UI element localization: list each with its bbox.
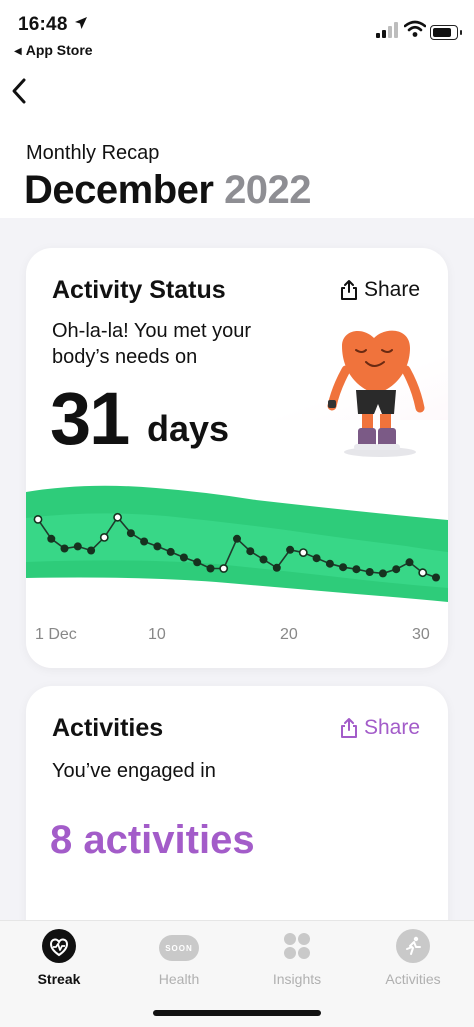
clock-time: 16:48 [18, 14, 68, 35]
data-point [99, 533, 109, 542]
data-point [286, 545, 295, 554]
data-point [392, 565, 401, 574]
back-triangle-icon: ◀ [14, 46, 22, 57]
data-point [339, 563, 348, 572]
data-point [405, 558, 414, 567]
tab-activities[interactable]: Activities [358, 929, 468, 987]
tab-streak[interactable]: Streak [4, 929, 114, 987]
home-indicator [153, 1010, 321, 1016]
data-point [153, 542, 162, 551]
soon-badge-icon: SOON [157, 929, 201, 963]
activity-share-button[interactable]: Share [340, 278, 420, 302]
wifi-icon [404, 20, 426, 37]
data-point [312, 554, 321, 563]
share-icon [341, 280, 357, 300]
data-point [298, 548, 308, 557]
activity-status-title: Activity Status [52, 276, 226, 304]
activity-status-message: Oh-la-la! You met your body’s needs on [52, 320, 251, 368]
share-icon [341, 718, 357, 738]
data-point [126, 529, 135, 538]
status-bar: 16:48 ◀ App Store [0, 0, 474, 66]
activity-share-label: Share [364, 278, 421, 301]
back-app-label: App Store [25, 42, 93, 58]
data-point [113, 512, 122, 522]
activities-message: You’ve engaged in [52, 760, 216, 782]
running-icon [396, 929, 430, 963]
recap-subtitle: Monthly Recap [26, 142, 160, 164]
data-point [179, 553, 188, 562]
tab-insights-label: Insights [272, 971, 322, 987]
days-label: days [147, 408, 230, 449]
data-point [166, 547, 175, 556]
cellular-signal-icon [376, 22, 398, 38]
activities-share-button[interactable]: Share [340, 716, 420, 740]
data-point [259, 555, 268, 564]
data-point [33, 515, 43, 524]
grid-icon [280, 929, 314, 963]
days-count: 31 [50, 377, 130, 460]
heart-mascot-illustration [327, 330, 425, 457]
soon-badge: SOON [159, 935, 199, 961]
tab-health-label: Health [158, 971, 200, 987]
data-point [73, 542, 82, 551]
title-year: 2022 [224, 168, 312, 212]
x-axis-label: 10 [148, 626, 166, 643]
data-point [246, 547, 255, 556]
streak-icon [42, 929, 76, 963]
data-point [378, 569, 387, 578]
data-point [432, 573, 440, 582]
battery-icon [430, 25, 462, 40]
data-point [140, 537, 149, 546]
page-title: December 2022 [24, 168, 312, 213]
activity-streak-chart [26, 485, 448, 602]
x-axis-label: 1 Dec [35, 626, 77, 643]
tab-streak-label: Streak [37, 971, 81, 987]
activity-status-card: Activity Status Share Oh-la-la! You met … [26, 248, 448, 668]
activities-card: Activities Share You’ve engaged in 8 act… [26, 686, 448, 946]
data-point [325, 559, 334, 568]
data-point [352, 565, 361, 574]
activities-share-label: Share [364, 716, 421, 739]
x-axis-label: 20 [280, 626, 298, 643]
data-point [233, 534, 241, 543]
back-to-app-link[interactable]: ◀ App Store [14, 42, 93, 58]
data-point [272, 563, 281, 572]
data-point [47, 534, 56, 543]
activities-count: 8 activities [50, 818, 255, 862]
data-point [60, 544, 69, 553]
tab-health[interactable]: SOON Health [124, 929, 234, 987]
data-point [193, 558, 202, 567]
back-chevron-icon[interactable] [8, 74, 34, 108]
x-axis-label: 30 [412, 626, 430, 643]
data-point [206, 564, 215, 573]
data-point [418, 568, 428, 578]
tab-activities-label: Activities [385, 971, 441, 987]
activities-title: Activities [52, 714, 164, 742]
location-arrow-icon [75, 17, 87, 29]
data-point [365, 568, 374, 576]
data-point [219, 564, 229, 573]
data-point [87, 546, 96, 555]
title-month: December [24, 168, 214, 212]
tab-insights[interactable]: Insights [242, 929, 352, 987]
